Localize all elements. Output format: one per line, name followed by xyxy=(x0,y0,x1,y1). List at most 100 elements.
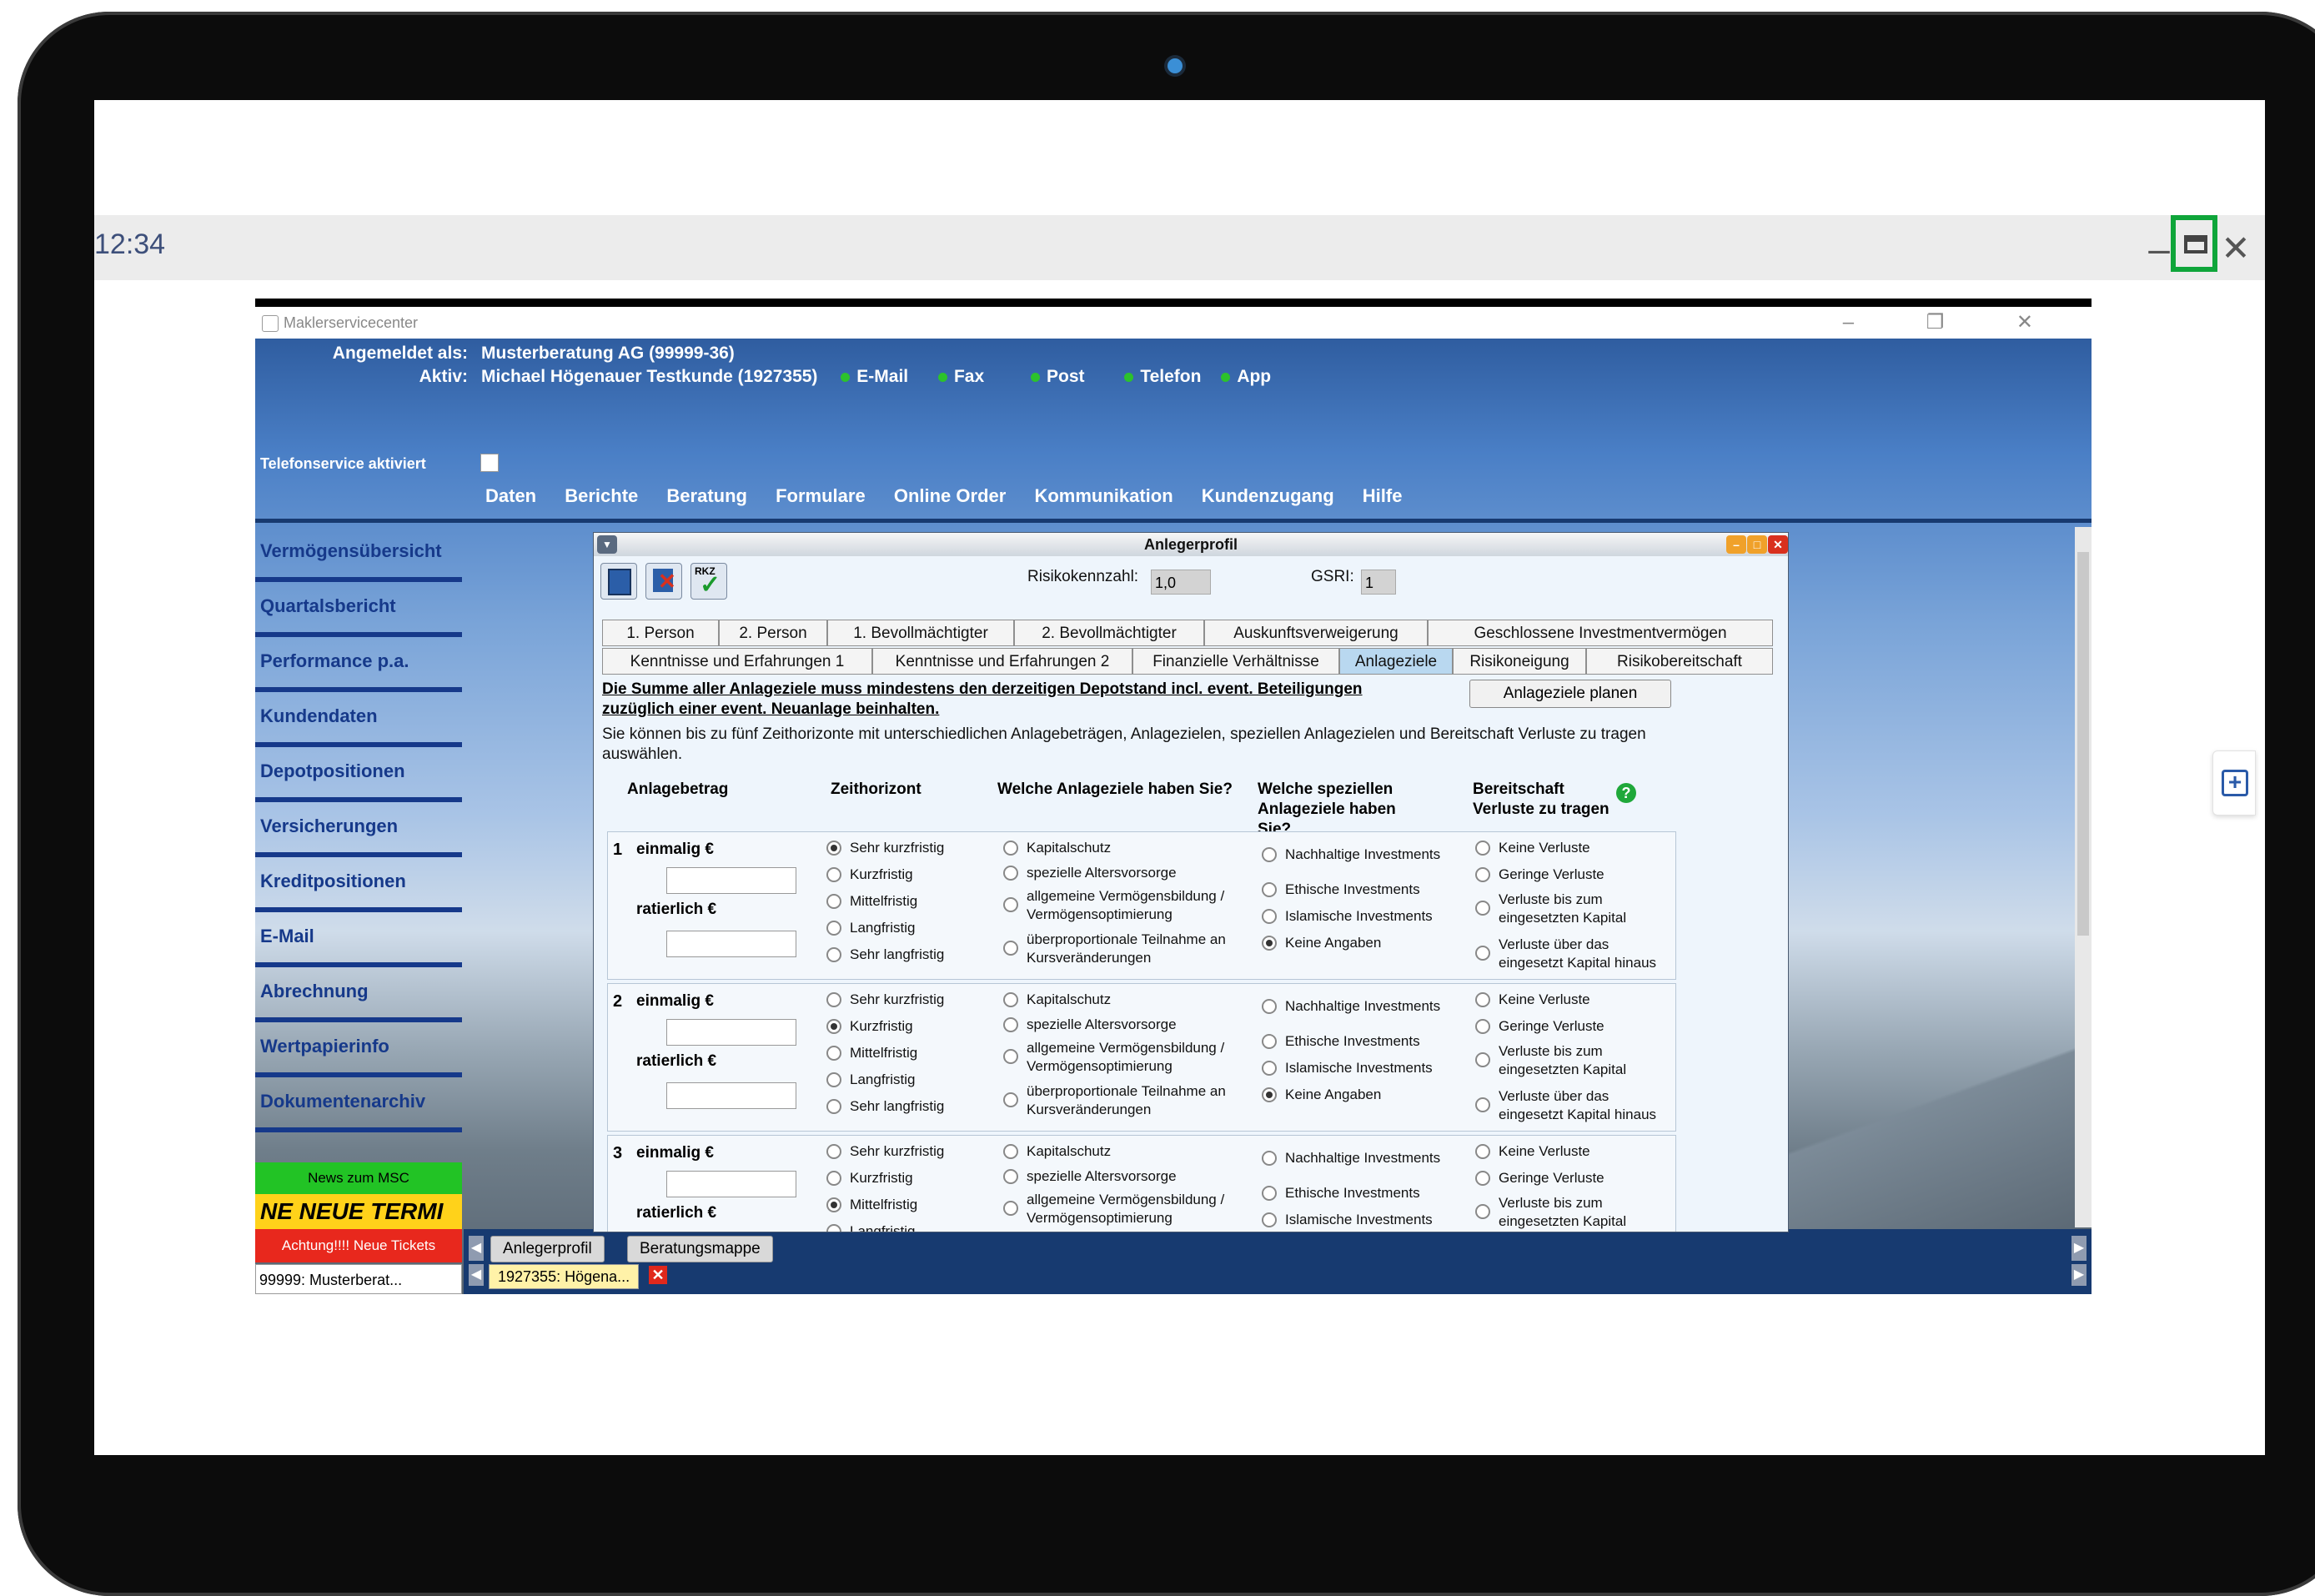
einmalig-input[interactable] xyxy=(666,1019,796,1046)
loss-radio[interactable] xyxy=(1475,1052,1490,1067)
ratierlich-input[interactable] xyxy=(666,1082,796,1109)
expand-panel-button[interactable]: + xyxy=(2212,750,2256,816)
special-goal-radio[interactable] xyxy=(1262,909,1277,924)
loss-radio[interactable] xyxy=(1475,1171,1490,1186)
special-goal-radio[interactable] xyxy=(1262,999,1277,1014)
sidebar-item-abrechnung[interactable]: Abrechnung xyxy=(255,967,462,1022)
client-scroll-left-icon[interactable]: ◀ xyxy=(469,1264,484,1286)
ratierlich-input[interactable] xyxy=(666,931,796,957)
tab-bevollmaechtigter-2[interactable]: 2. Bevollmächtigter xyxy=(1014,620,1204,646)
dialog-maximize-icon[interactable]: □ xyxy=(1747,535,1767,554)
news-banner[interactable]: News zum MSC xyxy=(255,1162,462,1194)
sidebar-item-wertpapierinfo[interactable]: Wertpapierinfo xyxy=(255,1022,462,1077)
loss-radio[interactable] xyxy=(1475,1144,1490,1159)
goal-radio[interactable] xyxy=(1003,1201,1018,1216)
vertical-scrollbar[interactable] xyxy=(2075,527,2092,1227)
tab-geschlossene-investmentvermoegen[interactable]: Geschlossene Investmentvermögen xyxy=(1428,620,1773,646)
sidebar-item-dokumentenarchiv[interactable]: Dokumentenarchiv xyxy=(255,1077,462,1132)
loss-radio[interactable] xyxy=(1475,1019,1490,1034)
goal-radio[interactable] xyxy=(1003,941,1018,956)
special-goal-radio[interactable] xyxy=(1262,1212,1277,1227)
goal-radio[interactable] xyxy=(1003,1092,1018,1107)
tab-anlegerprofil[interactable]: Anlegerprofil xyxy=(490,1236,605,1262)
einmalig-input[interactable] xyxy=(666,867,796,894)
client-selector[interactable]: 99999: Musterberat... xyxy=(255,1264,462,1294)
menu-berichte[interactable]: Berichte xyxy=(565,485,638,506)
special-goal-radio[interactable] xyxy=(1262,847,1277,862)
horizon-radio[interactable] xyxy=(826,947,841,962)
sidebar-item-quartalsbericht[interactable]: Quartalsbericht xyxy=(255,582,462,637)
special-goal-radio[interactable] xyxy=(1262,1087,1277,1102)
tab-kenntnisse-2[interactable]: Kenntnisse und Erfahrungen 2 xyxy=(872,648,1132,675)
special-goal-radio[interactable] xyxy=(1262,936,1277,951)
menu-daten[interactable]: Daten xyxy=(485,485,536,506)
goal-radio[interactable] xyxy=(1003,897,1018,912)
sidebar-item-performance[interactable]: Performance p.a. xyxy=(255,637,462,692)
horizon-radio[interactable] xyxy=(826,841,841,856)
channel-post[interactable]: Post xyxy=(1030,367,1085,387)
channel-app[interactable]: App xyxy=(1221,367,1271,387)
plan-goals-button[interactable]: Anlageziele planen xyxy=(1469,680,1671,708)
channel-fax[interactable]: Fax xyxy=(937,367,984,387)
tab-bevollmaechtigter-1[interactable]: 1. Bevollmächtigter xyxy=(827,620,1014,646)
horizon-radio[interactable] xyxy=(826,1171,841,1186)
horizon-radio[interactable] xyxy=(826,1046,841,1061)
close-client-tab-icon[interactable]: ✕ xyxy=(649,1266,667,1284)
window-buttons[interactable]: – ❐ ✕ xyxy=(1843,307,2066,339)
sidebar-item-kundendaten[interactable]: Kundendaten xyxy=(255,692,462,747)
menu-hilfe[interactable]: Hilfe xyxy=(1363,485,1403,506)
close-icon[interactable]: ✕ xyxy=(2212,227,2259,270)
active-client[interactable]: Michael Högenauer Testkunde (1927355) xyxy=(481,367,817,386)
menu-kommunikation[interactable]: Kommunikation xyxy=(1034,485,1173,506)
horizon-radio[interactable] xyxy=(826,1224,841,1232)
special-goal-radio[interactable] xyxy=(1262,1151,1277,1166)
help-icon[interactable]: ? xyxy=(1616,783,1636,803)
channel-email[interactable]: E-Mail xyxy=(841,367,908,387)
special-goal-radio[interactable] xyxy=(1262,1034,1277,1049)
tab-scroll-right-icon[interactable]: ▶ xyxy=(2071,1236,2087,1261)
tab-beratungsmappe[interactable]: Beratungsmappe xyxy=(627,1236,773,1262)
menu-kundenzugang[interactable]: Kundenzugang xyxy=(1202,485,1334,506)
client-scroll-right-icon[interactable]: ▶ xyxy=(2071,1264,2087,1286)
horizon-radio[interactable] xyxy=(826,1144,841,1159)
loss-radio[interactable] xyxy=(1475,841,1490,856)
sidebar-item-versicherungen[interactable]: Versicherungen xyxy=(255,802,462,857)
menu-beratung[interactable]: Beratung xyxy=(666,485,747,506)
menu-online-order[interactable]: Online Order xyxy=(894,485,1006,506)
tickets-alert[interactable]: Achtung!!!! Neue Tickets xyxy=(255,1229,462,1262)
horizon-radio[interactable] xyxy=(826,1072,841,1087)
special-goal-radio[interactable] xyxy=(1262,1186,1277,1201)
tab-risikoneigung[interactable]: Risikoneigung xyxy=(1453,648,1586,675)
channel-telefon[interactable]: Telefon xyxy=(1124,367,1201,387)
menu-formulare[interactable]: Formulare xyxy=(776,485,866,506)
loss-radio[interactable] xyxy=(1475,1097,1490,1112)
dialog-minimize-icon[interactable]: – xyxy=(1726,535,1746,554)
goal-radio[interactable] xyxy=(1003,1017,1018,1032)
horizon-radio[interactable] xyxy=(826,867,841,882)
save-icon[interactable] xyxy=(600,563,637,600)
news-ticker[interactable]: NE NEUE TERMI xyxy=(255,1194,462,1229)
telefonservice-checkbox[interactable] xyxy=(480,454,499,472)
loss-radio[interactable] xyxy=(1475,992,1490,1007)
client-tab[interactable]: 1927355: Högena... xyxy=(489,1264,640,1289)
loss-radio[interactable] xyxy=(1475,901,1490,916)
goal-radio[interactable] xyxy=(1003,1169,1018,1184)
loss-radio[interactable] xyxy=(1475,867,1490,882)
special-goal-radio[interactable] xyxy=(1262,882,1277,897)
goal-radio[interactable] xyxy=(1003,841,1018,856)
tab-scroll-left-icon[interactable]: ◀ xyxy=(469,1236,484,1261)
sidebar-item-email[interactable]: E-Mail xyxy=(255,912,462,967)
collapse-icon[interactable]: ▼ xyxy=(597,535,617,554)
tab-risikobereitschaft[interactable]: Risikobereitschaft xyxy=(1586,648,1773,675)
dialog-close-icon[interactable]: ✕ xyxy=(1768,535,1788,554)
special-goal-radio[interactable] xyxy=(1262,1061,1277,1076)
goal-radio[interactable] xyxy=(1003,1144,1018,1159)
tab-auskunftsverweigerung[interactable]: Auskunftsverweigerung xyxy=(1204,620,1428,646)
horizon-radio[interactable] xyxy=(826,992,841,1007)
horizon-radio[interactable] xyxy=(826,894,841,909)
scrollbar-thumb[interactable] xyxy=(2077,552,2089,936)
goal-radio[interactable] xyxy=(1003,1049,1018,1064)
tab-kenntnisse-1[interactable]: Kenntnisse und Erfahrungen 1 xyxy=(602,648,872,675)
tab-finanzielle-verhaeltnisse[interactable]: Finanzielle Verhältnisse xyxy=(1132,648,1339,675)
horizon-radio[interactable] xyxy=(826,921,841,936)
